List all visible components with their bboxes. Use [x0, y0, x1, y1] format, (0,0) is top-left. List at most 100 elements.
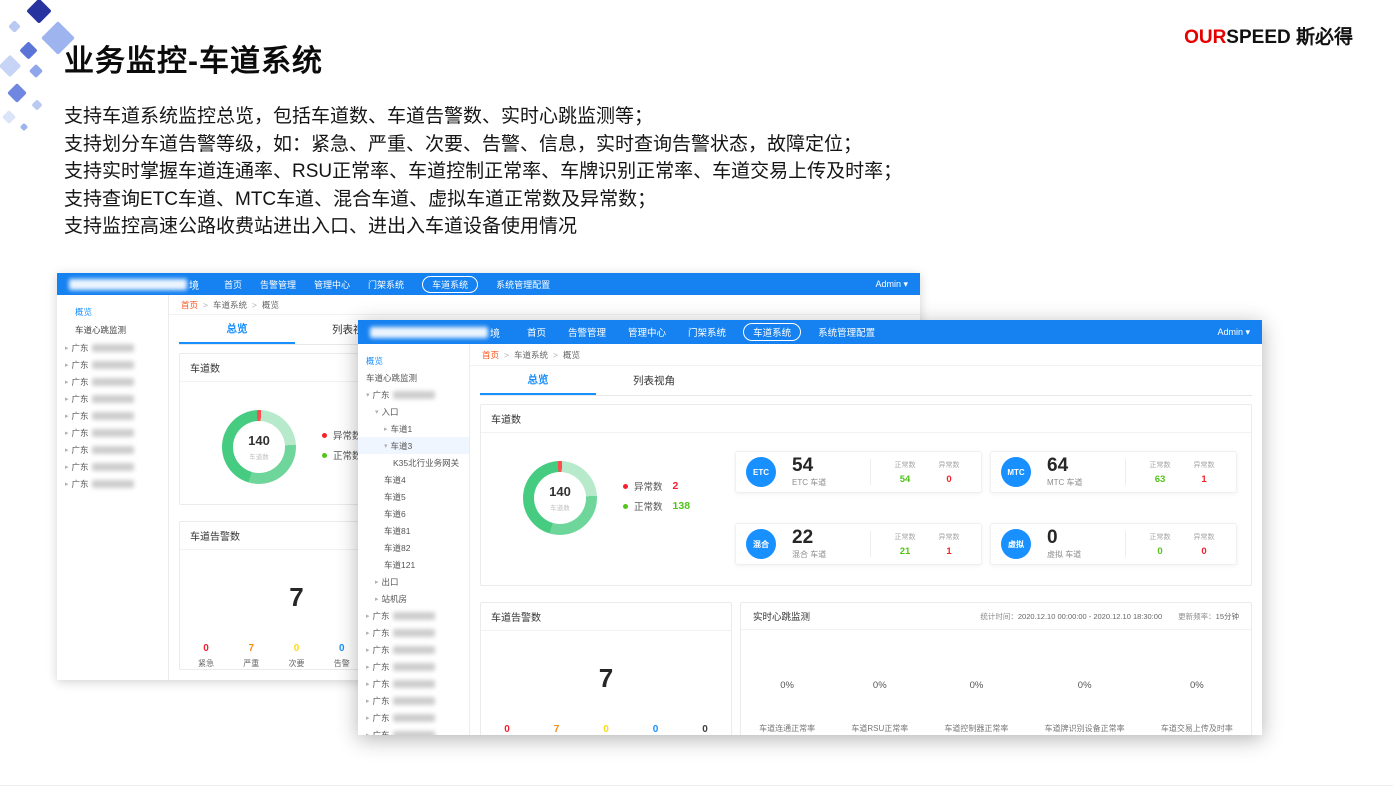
tree-item-5[interactable]: ▾车道3	[358, 437, 469, 454]
sidebar-item-blurred-4[interactable]: ▸广东	[57, 407, 168, 424]
green-dot-icon	[322, 453, 327, 458]
lane-donut-chart: 140 车道数	[523, 461, 597, 535]
tree-item-2[interactable]: ▾广东	[358, 386, 469, 403]
tree-item-0[interactable]: 概览	[358, 352, 469, 369]
nav-item-4[interactable]: 车道系统	[422, 276, 478, 293]
nav-menu: 首页 告警管理 管理中心 门架系统 车道系统 系统管理配置	[215, 276, 559, 293]
donut-legend: 异常数2 正常数138	[623, 473, 690, 519]
nav-item-1[interactable]: 告警管理	[568, 325, 606, 339]
tree-item-7[interactable]: 车道4	[358, 471, 469, 488]
lane-type-grid: ETC54ETC 车道正常数54异常数0MTC64MTC 车道正常数63异常数1…	[735, 451, 1237, 565]
tree-item-22[interactable]: ▸广东	[358, 726, 469, 735]
tab-overview[interactable]: 总览	[179, 315, 295, 344]
lane-type-card-0: ETC54ETC 车道正常数54异常数0	[735, 451, 982, 493]
tree-item-4[interactable]: ▸车道1	[358, 420, 469, 437]
tab-list-view[interactable]: 列表视角	[596, 366, 712, 395]
sidebar-item-blurred-7[interactable]: ▸广东	[57, 458, 168, 475]
tab-overview[interactable]: 总览	[480, 366, 596, 395]
sidebar-item-blurred-5[interactable]: ▸广东	[57, 424, 168, 441]
blurred-text	[393, 714, 435, 722]
donut-total: 140	[549, 484, 571, 499]
decor-diamond	[19, 41, 37, 59]
sidebar-item-overview[interactable]: 概览	[57, 303, 168, 321]
sidebar-item-blurred-0[interactable]: ▸广东	[57, 339, 168, 356]
user-menu[interactable]: Admin ▾	[875, 279, 908, 290]
nav-item-0[interactable]: 首页	[527, 325, 546, 339]
tree-item-10[interactable]: 车道81	[358, 522, 469, 539]
breadcrumb-item-2[interactable]: 概览	[262, 299, 279, 311]
stat-value: 1	[927, 546, 971, 557]
nav-item-3[interactable]: 门架系统	[368, 278, 404, 291]
nav-item-2[interactable]: 管理中心	[628, 325, 666, 339]
nav-item-3[interactable]: 门架系统	[688, 325, 726, 339]
tree-item-label: 车道1	[391, 423, 413, 435]
metric-value: 0%	[1161, 680, 1233, 691]
arrow-right-icon: ▸	[65, 378, 69, 386]
nav-item-2[interactable]: 管理中心	[314, 278, 350, 291]
sidebar-item-blurred-8[interactable]: ▸广东	[57, 475, 168, 492]
sidebar-item-blurred-3[interactable]: ▸广东	[57, 390, 168, 407]
breadcrumb-item-0[interactable]: 首页	[181, 299, 198, 311]
user-name: Admin	[875, 279, 901, 289]
lane-type-badge: ETC	[746, 457, 776, 487]
nav-item-5[interactable]: 系统管理配置	[496, 278, 550, 291]
arrow-down-icon: ▾	[366, 391, 370, 399]
slide: 业务监控-车道系统 OURSPEED 斯必得 支持车道系统监控总览，包括车道数、…	[0, 0, 1393, 786]
tree-item-6[interactable]: K35北行业务网关	[358, 454, 469, 471]
red-dot-icon	[322, 433, 327, 438]
tree-item-18[interactable]: ▸广东	[358, 658, 469, 675]
sidebar: 概览车道心跳监测▸广东▸广东▸广东▸广东▸广东▸广东▸广东▸广东▸广东	[57, 295, 169, 680]
alarm-stat-label: 严重	[243, 658, 259, 669]
tree-item-12[interactable]: 车道121	[358, 556, 469, 573]
sidebar-item-blurred-1[interactable]: ▸广东	[57, 356, 168, 373]
tree-item-16[interactable]: ▸广东	[358, 624, 469, 641]
tree-item-20[interactable]: ▸广东	[358, 692, 469, 709]
nav-item-1[interactable]: 告警管理	[260, 278, 296, 291]
sidebar-item-heartbeat[interactable]: 车道心跳监测	[57, 321, 168, 339]
tree-item-8[interactable]: 车道5	[358, 488, 469, 505]
breadcrumb-item-1[interactable]: 车道系统	[213, 299, 247, 311]
lane-alarm-card: 车道告警数 7 0紧急7严重0次要0告警0信息	[480, 602, 732, 735]
breadcrumb-item-1[interactable]: 车道系统	[514, 349, 548, 361]
tree-item-15[interactable]: ▸广东	[358, 607, 469, 624]
tree-item-21[interactable]: ▸广东	[358, 709, 469, 726]
tree-item-17[interactable]: ▸广东	[358, 641, 469, 658]
nav-item-5[interactable]: 系统管理配置	[818, 325, 875, 339]
feature-bullet-2: 支持实时掌握车道连通率、RSU正常率、车道控制正常率、车牌识别正常率、车道交易上…	[64, 158, 902, 186]
stat-label: 异常数	[927, 460, 971, 470]
brand-cn: 斯必得	[1291, 27, 1353, 48]
legend-value: 2	[673, 480, 679, 492]
sidebar-item-blurred-6[interactable]: ▸广东	[57, 441, 168, 458]
alarm-stat-value: 0	[198, 643, 214, 654]
tree-item-9[interactable]: 车道6	[358, 505, 469, 522]
alarm-stat-value: 0	[697, 724, 713, 735]
card-title: 实时心跳监测	[753, 609, 810, 623]
tree-item-3[interactable]: ▾入口	[358, 403, 469, 420]
tree-item-14[interactable]: ▸站机房	[358, 590, 469, 607]
legend-abnormal: 异常数2	[623, 479, 690, 493]
tree-item-19[interactable]: ▸广东	[358, 675, 469, 692]
donut-center: 140 车道数	[222, 410, 296, 484]
alarm-stat-3: 0告警	[334, 643, 350, 669]
legend-normal: 正常数138	[623, 499, 690, 513]
tree-item-1[interactable]: 车道心跳监测	[358, 369, 469, 386]
user-menu[interactable]: Admin ▾	[1217, 327, 1250, 338]
app-logo: 境	[69, 277, 199, 292]
arrow-right-icon: ▸	[65, 395, 69, 403]
breadcrumb-item-2[interactable]: 概览	[563, 349, 580, 361]
arrow-right-icon: ▸	[65, 429, 69, 437]
sidebar-item-label: 广东	[72, 478, 89, 490]
tree-item-11[interactable]: 车道82	[358, 539, 469, 556]
breadcrumb: 首页>车道系统>概览	[169, 295, 920, 315]
nav-item-0[interactable]: 首页	[224, 278, 242, 291]
metric-label: 车道控制器正常率	[944, 723, 1008, 734]
breadcrumb-item-0[interactable]: 首页	[482, 349, 499, 361]
tree-item-13[interactable]: ▸出口	[358, 573, 469, 590]
brand-logo: OURSPEED 斯必得	[1184, 22, 1353, 49]
arrow-right-icon: ▸	[366, 714, 370, 722]
heartbeat-metrics: 0%车道连通正常率0%车道RSU正常率0%车道控制器正常率0%车道牌识别设备正常…	[741, 630, 1251, 734]
freq-value: 15分钟	[1216, 612, 1239, 621]
lane-type-label: 虚拟 车道	[1047, 549, 1081, 560]
nav-item-4[interactable]: 车道系统	[743, 323, 801, 341]
sidebar-item-blurred-2[interactable]: ▸广东	[57, 373, 168, 390]
